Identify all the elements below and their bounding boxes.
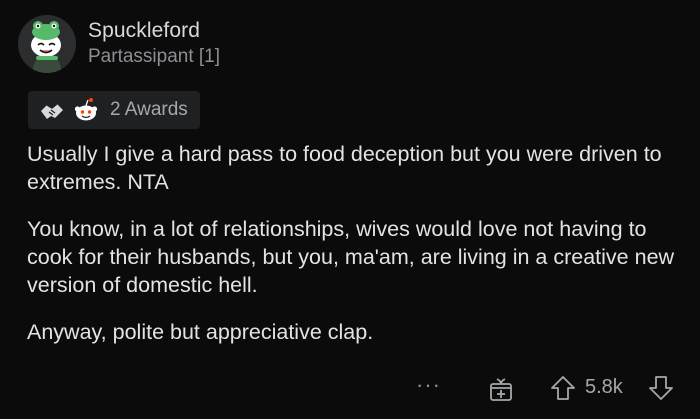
awards-pill[interactable]: 2 Awards: [28, 91, 200, 129]
handshake-award-icon: [38, 98, 66, 122]
user-flair: Partassipant [1]: [88, 46, 221, 67]
comment-body: Usually I give a hard pass to food decep…: [27, 140, 677, 365]
comment-paragraph: Usually I give a hard pass to food decep…: [27, 142, 662, 194]
comment-actions: ··· 5.8k: [0, 372, 700, 404]
more-options-button[interactable]: ···: [416, 372, 441, 398]
comment-paragraph: Anyway, polite but appreciative clap.: [27, 320, 374, 344]
comment: Spuckleford Partassipant [1] 2 Awards Us…: [0, 0, 700, 419]
gift-icon[interactable]: [487, 375, 515, 408]
frog-avatar-icon: [18, 15, 76, 73]
awards-count: 2 Awards: [110, 99, 188, 120]
snoo-award-icon: [72, 97, 100, 123]
downvote-arrow-icon[interactable]: [648, 375, 674, 406]
user-avatar[interactable]: [18, 15, 76, 73]
comment-paragraph: You know, in a lot of relationships, wiv…: [27, 217, 675, 297]
username[interactable]: Spuckleford: [88, 19, 200, 43]
vote-score: 5.8k: [585, 376, 623, 398]
upvote-arrow-icon[interactable]: [550, 375, 576, 406]
